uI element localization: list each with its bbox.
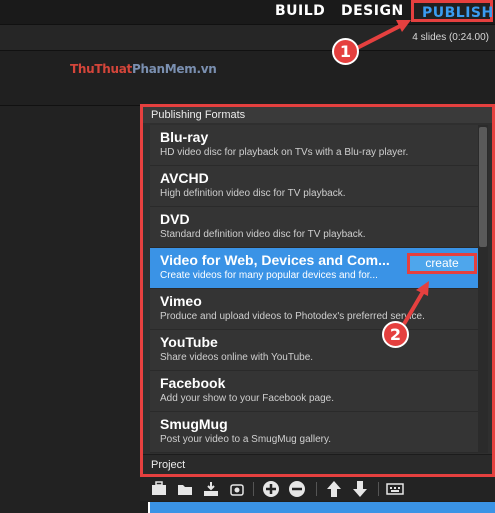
item-description: Add your show to your Facebook page. — [160, 393, 334, 404]
item-description: High definition video disc for TV playba… — [160, 188, 346, 199]
item-title: SmugMug — [160, 416, 228, 432]
toolbar-divider — [378, 482, 379, 496]
list-item-facebook[interactable]: Facebook Add your show to your Facebook … — [150, 371, 480, 412]
briefcase-icon[interactable] — [150, 480, 168, 498]
formats-list: Blu-ray HD video disc for playback on TV… — [150, 125, 480, 453]
publishing-formats-panel: Publishing Formats Blu-ray HD video disc… — [140, 104, 495, 477]
list-item-vimeo[interactable]: Vimeo Produce and upload videos to Photo… — [150, 289, 480, 330]
keyboard-icon[interactable] — [386, 480, 404, 498]
tab-publish[interactable]: PUBLISH — [411, 0, 493, 22]
panel-title: Publishing Formats — [143, 107, 492, 123]
toolbar-divider — [316, 482, 317, 496]
open-folder-icon[interactable] — [176, 480, 194, 498]
scrollbar-thumb[interactable] — [479, 127, 487, 247]
item-description: HD video disc for playback on TVs with a… — [160, 147, 409, 158]
watermark-part-a: ThuThuat — [70, 62, 132, 76]
item-title: YouTube — [160, 334, 218, 350]
list-item-avchd[interactable]: AVCHD High definition video disc for TV … — [150, 166, 480, 207]
remove-icon[interactable] — [288, 480, 306, 498]
callout-badge-1: 1 — [332, 38, 359, 65]
preview-area: ThuThuatPhanMem.vn — [0, 51, 495, 105]
list-item-youtube[interactable]: YouTube Share videos online with YouTube… — [150, 330, 480, 371]
watermark-part-c: .vn — [196, 62, 217, 76]
tab-design[interactable]: DESIGN — [341, 3, 404, 19]
slide-strip[interactable] — [148, 502, 495, 513]
list-item-video-web-devices[interactable]: Video for Web, Devices and Com... Create… — [150, 248, 480, 289]
add-icon[interactable] — [262, 480, 280, 498]
item-description: Post your video to a SmugMug gallery. — [160, 434, 332, 445]
list-item-blu-ray[interactable]: Blu-ray HD video disc for playback on TV… — [150, 125, 480, 166]
item-title: DVD — [160, 211, 190, 227]
item-title: Vimeo — [160, 293, 202, 309]
watermark-logo: ThuThuatPhanMem.vn — [70, 62, 217, 76]
slides-count-label: 4 slides (0:24.00) — [412, 32, 489, 43]
camera-icon[interactable] — [228, 480, 246, 498]
item-description: Share videos online with YouTube. — [160, 352, 314, 363]
list-item-smugmug[interactable]: SmugMug Post your video to a SmugMug gal… — [150, 412, 480, 453]
move-down-icon[interactable] — [351, 480, 369, 498]
list-item-dvd[interactable]: DVD Standard definition video disc for T… — [150, 207, 480, 248]
project-section-label[interactable]: Project — [143, 454, 492, 474]
status-bar: 4 slides (0:24.00) — [0, 24, 495, 51]
formats-scrollbar[interactable] — [478, 125, 488, 453]
item-title: Blu-ray — [160, 129, 209, 145]
item-description: Standard definition video disc for TV pl… — [160, 229, 366, 240]
tab-build[interactable]: BUILD — [275, 3, 325, 19]
item-title: Facebook — [160, 375, 226, 391]
move-up-icon[interactable] — [325, 480, 343, 498]
save-icon[interactable] — [202, 480, 220, 498]
top-navigation-bar: BUILD DESIGN PUBLISH — [0, 0, 495, 24]
create-button[interactable]: create — [407, 253, 477, 274]
callout-badge-2: 2 — [382, 321, 409, 348]
item-description: Produce and upload videos to Photodex's … — [160, 311, 425, 322]
watermark-part-b: PhanMem — [131, 62, 197, 76]
slide-toolbar — [140, 477, 495, 501]
toolbar-divider — [253, 482, 254, 496]
left-pane — [0, 105, 140, 513]
item-title: AVCHD — [160, 170, 209, 186]
